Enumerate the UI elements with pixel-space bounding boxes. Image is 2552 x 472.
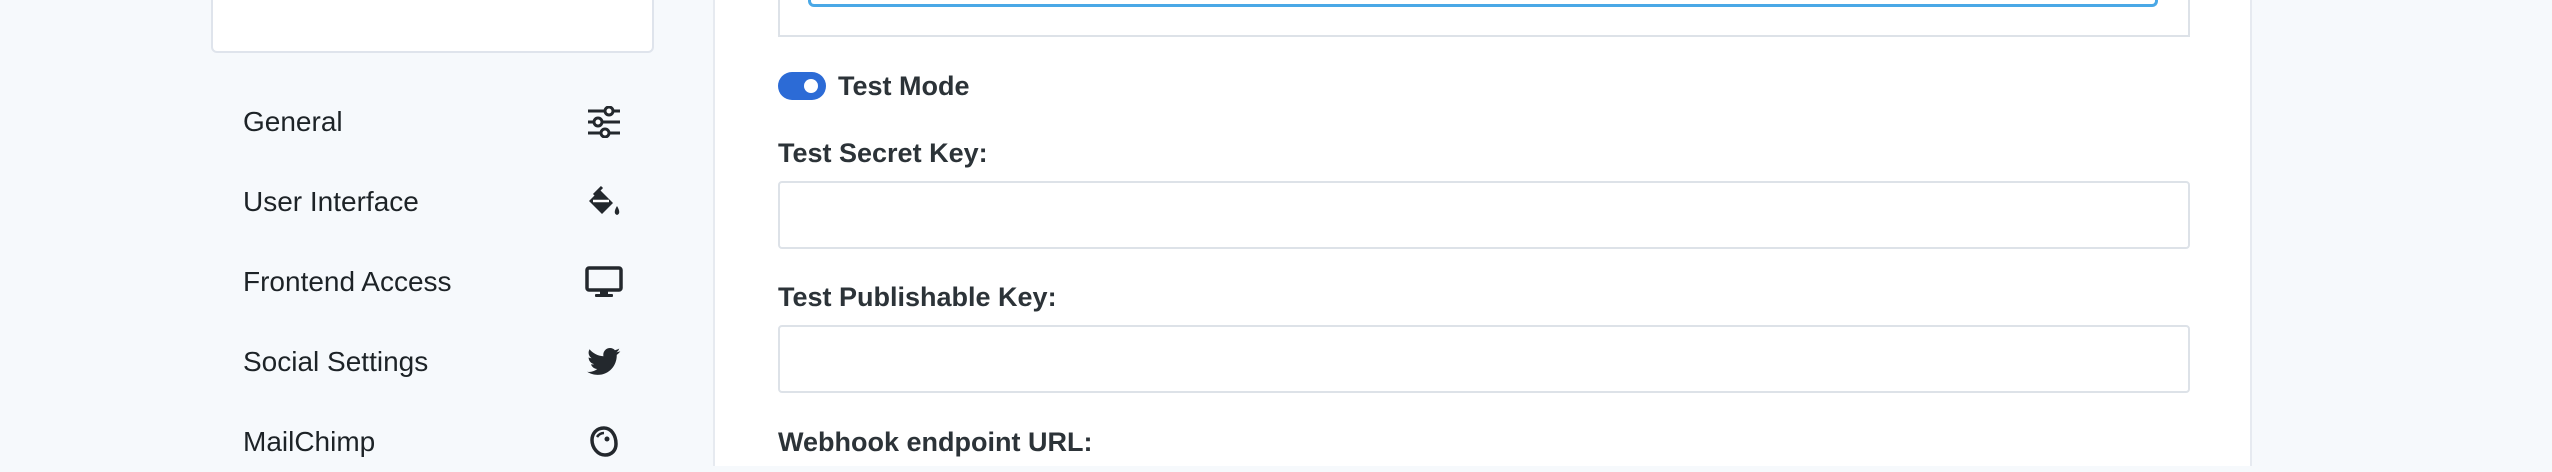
sliders-icon xyxy=(584,102,624,142)
panel-right-border xyxy=(2250,0,2252,466)
sidebar-item-social-settings[interactable]: Social Settings xyxy=(211,332,654,392)
sidebar-item-user-interface[interactable]: User Interface xyxy=(211,172,654,232)
previous-field-input[interactable] xyxy=(808,0,2158,7)
paint-bucket-icon xyxy=(584,182,624,222)
test-mode-label: Test Mode xyxy=(838,70,970,101)
mailchimp-icon xyxy=(584,422,624,462)
sidebar-item-label: User Interface xyxy=(243,186,419,217)
test-publishable-key-input[interactable] xyxy=(778,325,2190,393)
toggle-knob xyxy=(804,79,818,93)
test-secret-key-label: Test Secret Key: xyxy=(778,138,988,168)
sidebar-item-label: MailChimp xyxy=(243,426,376,457)
test-secret-key-input[interactable] xyxy=(778,181,2190,249)
sidebar-item-general[interactable]: General xyxy=(211,92,654,152)
twitter-icon xyxy=(584,342,624,382)
sidebar-item-label: Social Settings xyxy=(243,346,429,377)
profile-card xyxy=(211,0,654,53)
sidebar-item-frontend-access[interactable]: Frontend Access xyxy=(211,252,654,312)
webhook-endpoint-url-label: Webhook endpoint URL: xyxy=(778,427,1093,457)
desktop-icon xyxy=(584,262,624,302)
sidebar-item-label: Frontend Access xyxy=(243,266,452,297)
sidebar-item-label: General xyxy=(243,106,343,137)
test-mode-toggle[interactable] xyxy=(778,72,826,100)
test-mode-row: Test Mode xyxy=(778,70,970,102)
test-publishable-key-label: Test Publishable Key: xyxy=(778,282,1057,312)
sidebar-item-mailchimp[interactable]: MailChimp xyxy=(211,412,654,472)
